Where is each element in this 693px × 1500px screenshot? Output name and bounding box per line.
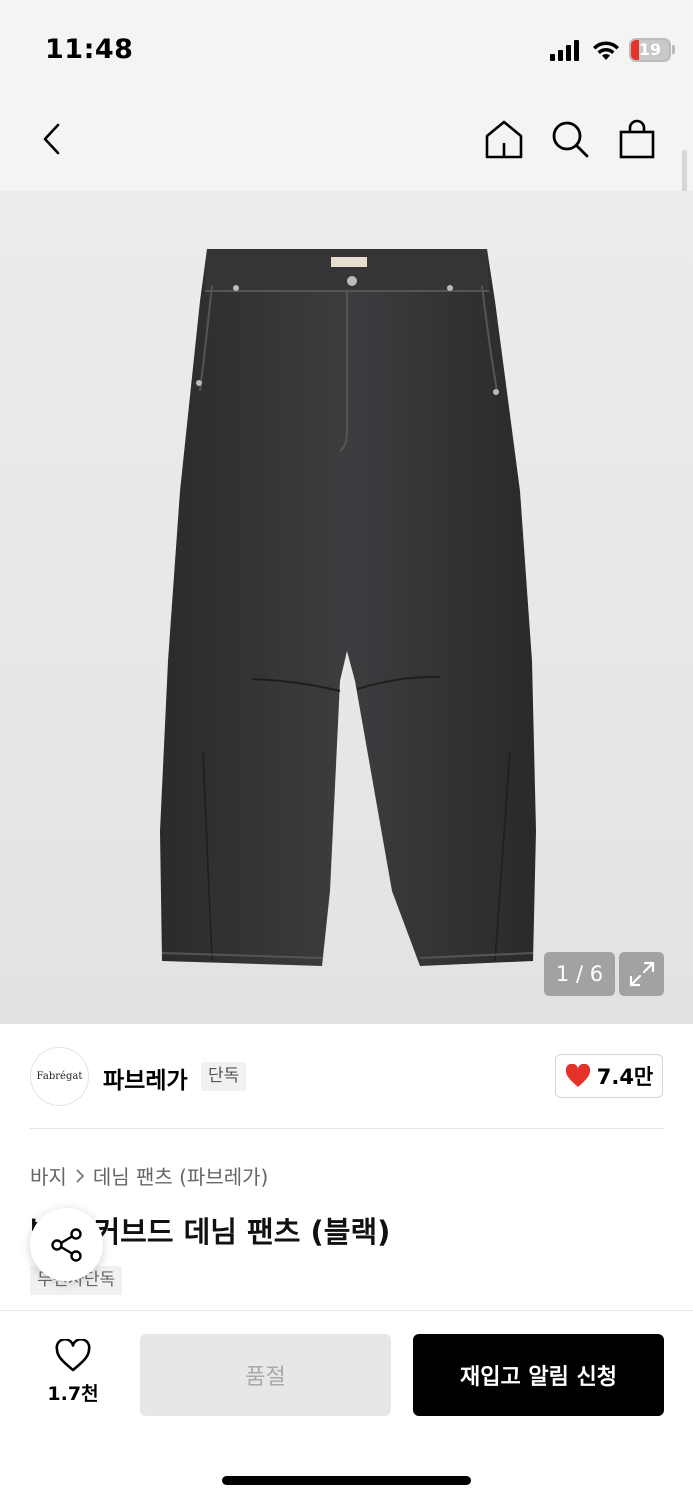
restock-alert-button[interactable]: 재입고 알림 신청 (413, 1334, 664, 1416)
home-indicator (222, 1476, 471, 1485)
wishlist-button[interactable]: 1.7천 (36, 1339, 110, 1406)
search-icon (552, 121, 589, 158)
brand-logo[interactable]: Fabrégat (30, 1047, 89, 1106)
share-icon (50, 1227, 82, 1262)
battery-icon: 19 (629, 38, 671, 62)
heart-filled-icon (565, 1064, 590, 1087)
brand-name[interactable]: 파브레가 (103, 1061, 188, 1095)
soldout-button[interactable]: 품절 (140, 1334, 391, 1416)
brand-logo-text: Fabrégat (36, 1071, 83, 1082)
breadcrumb: 바지 데님 팬츠 (파브레가) (30, 1161, 268, 1190)
breadcrumb-subcategory[interactable]: 데님 팬츠 (파브레가) (93, 1161, 269, 1190)
share-button[interactable] (30, 1208, 103, 1281)
home-button[interactable] (480, 115, 528, 163)
heart-outline-icon (55, 1339, 91, 1372)
wishlist-count: 1.7천 (47, 1383, 99, 1405)
shopping-bag-icon (619, 119, 655, 159)
cellular-signal-icon (550, 40, 579, 61)
wifi-icon (593, 41, 619, 60)
chevron-right-icon (76, 1168, 85, 1183)
status-bar: 11:48 19 (0, 0, 693, 95)
expand-icon (629, 961, 654, 987)
product-image (160, 249, 536, 966)
status-time: 11:48 (45, 34, 134, 65)
image-counter: 1 / 6 (544, 952, 615, 996)
breadcrumb-category[interactable]: 바지 (30, 1161, 67, 1190)
home-icon (485, 120, 523, 159)
brand-like-button[interactable]: 7.4만 (555, 1054, 663, 1098)
cart-button[interactable] (613, 115, 661, 163)
divider (30, 1128, 664, 1129)
brand-like-count: 7.4만 (596, 1065, 654, 1089)
product-image-gallery[interactable] (0, 191, 693, 1024)
bottom-action-bar: 1.7천 품절 재입고 알림 신청 (0, 1310, 693, 1500)
back-button[interactable] (28, 115, 76, 163)
chevron-left-icon (43, 123, 60, 155)
top-nav-bar (0, 95, 693, 191)
expand-image-button[interactable] (619, 952, 664, 996)
battery-level: 19 (638, 40, 662, 59)
search-button[interactable] (546, 115, 594, 163)
exclusive-tag: 단독 (201, 1062, 247, 1091)
brand-row: Fabrégat 파브레가 단독 7.4만 (0, 1024, 693, 1129)
